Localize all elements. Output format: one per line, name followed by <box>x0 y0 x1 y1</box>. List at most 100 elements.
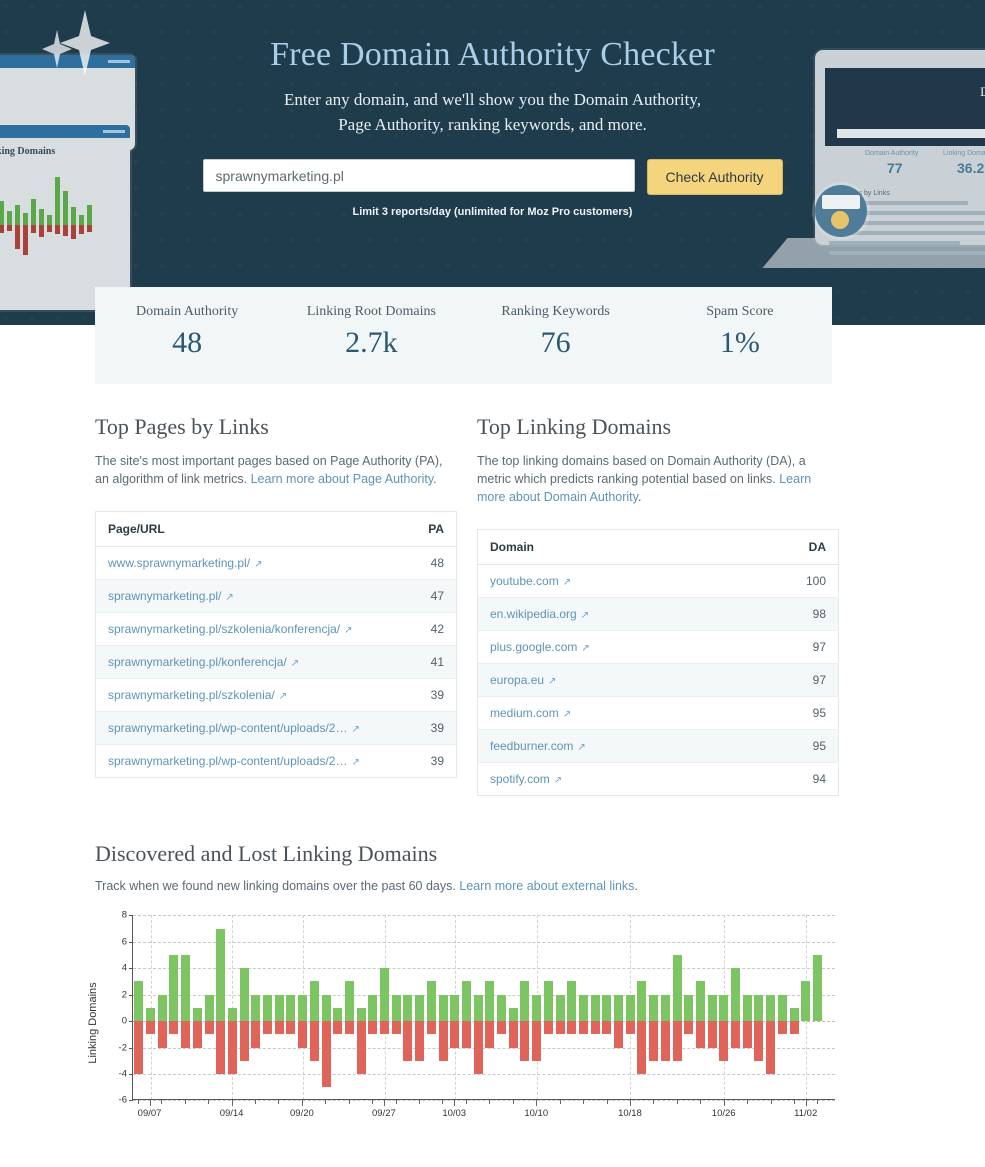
chart-bar <box>520 915 530 1100</box>
discovered-lost-title: Discovered and Lost Linking Domains <box>95 841 438 867</box>
chart-bar <box>344 915 354 1100</box>
chart-x-tick-label: 10/10 <box>524 1108 549 1120</box>
page-subtitle: Enter any domain, and we'll show you the… <box>0 88 985 137</box>
chart-y-tickmark <box>129 941 133 943</box>
page-url-link[interactable]: sprawnymarketing.pl/ <box>108 589 221 603</box>
chart-bar-lost <box>614 1021 624 1048</box>
chart-y-axis-label: Linking Domains <box>87 982 99 1064</box>
chart-gridline <box>133 968 835 970</box>
chart-x-tick-label: 09/14 <box>219 1108 244 1120</box>
chart-bar <box>719 915 729 1100</box>
chart-bar <box>766 915 776 1100</box>
chart-bar <box>286 915 296 1100</box>
chart-x-tick-label: 09/20 <box>290 1108 314 1120</box>
chart-bar-discovered <box>368 994 378 1022</box>
chart-x-tickmark <box>747 1100 749 1105</box>
chart-bar-lost <box>684 1021 694 1035</box>
domain-cell: plus.google.com ↗ <box>477 630 744 665</box>
domain-link[interactable]: europa.eu <box>490 673 544 687</box>
page-url-link[interactable]: sprawnymarketing.pl/wp-content/uploads/2… <box>108 754 347 768</box>
discovered-desc-tail: . <box>634 879 638 894</box>
domain-link[interactable]: feedburner.com <box>490 739 573 753</box>
chart-bar-discovered <box>567 981 577 1022</box>
domain-link[interactable]: en.wikipedia.org <box>490 607 577 621</box>
chart-bar-lost <box>239 1021 249 1061</box>
chart-bar <box>614 915 624 1100</box>
chart-y-tickmark <box>129 1073 133 1075</box>
chart-bar <box>204 915 214 1100</box>
chart-bar-discovered <box>157 994 167 1022</box>
chart-bar <box>403 915 413 1100</box>
chart-bar <box>309 915 319 1100</box>
check-authority-button[interactable]: Check Authority <box>646 159 783 196</box>
chart-bar-discovered <box>543 981 553 1022</box>
chart-bar <box>801 915 811 1100</box>
chart-x-tickmark <box>325 1100 327 1105</box>
chart-bar <box>684 915 694 1100</box>
external-link-icon: ↗ <box>254 559 263 571</box>
table-row: medium.com ↗ 95 <box>477 696 839 731</box>
chart-bar-lost <box>251 1021 261 1048</box>
page-url-link[interactable]: sprawnymarketing.pl/szkolenia/konferencj… <box>108 622 340 636</box>
external-link-icon: ↗ <box>562 577 572 589</box>
page-pa-cell: 47 <box>410 579 457 614</box>
chart-bar-lost <box>766 1021 776 1074</box>
column-header-pa: PA <box>410 511 457 548</box>
chart-x-tickmark <box>583 1100 585 1105</box>
chart-bar-lost <box>497 1021 507 1035</box>
domain-search-input[interactable] <box>202 159 635 193</box>
external-links-learn-more-link[interactable]: Learn more about external links <box>459 879 634 893</box>
chart-bar <box>415 915 425 1100</box>
page-url-link[interactable]: sprawnymarketing.pl/wp-content/uploads/2… <box>108 721 347 735</box>
chart-bar-lost <box>380 1021 390 1035</box>
chart-bar-lost <box>567 1021 577 1035</box>
chart-x-tickmark <box>770 1100 772 1105</box>
chart-bar <box>157 915 167 1100</box>
chart-bar-lost <box>473 1021 483 1074</box>
chart-bar-discovered <box>192 1007 202 1022</box>
discovered-desc-text: Track when we found new linking domains … <box>95 879 460 894</box>
chart-bar <box>438 915 448 1100</box>
chart-bar-lost <box>532 1021 542 1061</box>
domain-link[interactable]: youtube.com <box>490 574 559 588</box>
page-url-link[interactable]: sprawnymarketing.pl/konferencja/ <box>108 655 287 669</box>
chart-bar <box>485 915 495 1100</box>
page-url-link[interactable]: sprawnymarketing.pl/szkolenia/ <box>108 688 275 702</box>
chart-bar <box>134 915 144 1100</box>
chart-bar-lost <box>719 1021 729 1061</box>
chart-bar-lost <box>263 1021 273 1035</box>
column-header-domain: Domain <box>477 529 744 566</box>
page-authority-learn-more-link[interactable]: Learn more about Page Authority <box>251 472 434 486</box>
chart-x-tickmark <box>512 1100 514 1105</box>
chart-bar-lost <box>227 1021 237 1074</box>
domain-link[interactable]: plus.google.com <box>490 640 577 654</box>
page-url-link[interactable]: www.sprawnymarketing.pl/ <box>108 556 250 570</box>
chart-bar <box>380 915 390 1100</box>
domain-link[interactable]: medium.com <box>490 706 559 720</box>
chart-bar-lost <box>309 1021 319 1061</box>
stat-value: 2.7k <box>345 326 398 359</box>
chart-bar <box>333 915 343 1100</box>
chart-bar-lost <box>660 1021 670 1061</box>
chart-bar-discovered <box>450 994 460 1022</box>
chart-bar-lost <box>742 1021 752 1048</box>
chart-bar-discovered <box>286 994 296 1022</box>
chart-bar-lost <box>134 1021 144 1074</box>
chart-bar-lost <box>181 1021 191 1048</box>
domain-link[interactable]: spotify.com <box>490 772 550 786</box>
hero-banner: ion and Lost Linking Domains <box>0 0 985 325</box>
chart-x-tickmark <box>606 1100 608 1105</box>
chart-x-tickmark <box>255 1100 257 1105</box>
chart-bar <box>660 915 670 1100</box>
chart-bar-discovered <box>777 994 787 1022</box>
table-row: europa.eu ↗ 97 <box>477 663 839 698</box>
chart-bar-lost <box>274 1021 284 1035</box>
table-row: feedburner.com ↗ 95 <box>477 729 839 764</box>
chart-bar-discovered <box>380 968 390 1022</box>
table-row: www.sprawnymarketing.pl/ ↗ 48 <box>95 546 457 581</box>
chart-x-tickmark <box>805 1100 807 1107</box>
stat-domain-authority: Domain Authority 48 <box>95 287 279 384</box>
top-linking-domains-section: Top Linking Domains The top linking doma… <box>477 414 839 797</box>
page-pa-cell: 39 <box>410 711 457 746</box>
external-link-icon: ↗ <box>344 625 353 637</box>
